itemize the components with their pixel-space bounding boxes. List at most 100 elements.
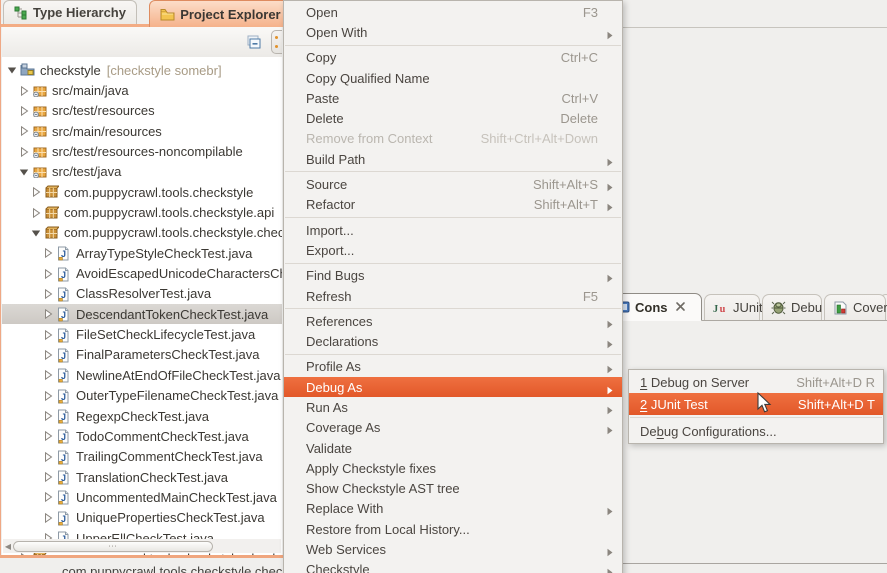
menu-item-open-with[interactable]: Open With: [284, 22, 622, 42]
menu-shortcut: Shift+Alt+T: [534, 197, 598, 212]
scroll-left-arrow-icon[interactable]: ◀: [3, 542, 13, 551]
menu-item-coverage-as[interactable]: Coverage As: [284, 418, 622, 438]
menu-item-restore-from-local-history[interactable]: Restore from Local History...: [284, 519, 622, 539]
menu-item-refresh[interactable]: RefreshF5: [284, 286, 622, 306]
menu-item-export[interactable]: Export...: [284, 240, 622, 260]
menu-item-source[interactable]: SourceShift+Alt+S: [284, 174, 622, 194]
menu-item-delete[interactable]: DeleteDelete: [284, 108, 622, 128]
tree-item-filesetchecklifecycletest-java[interactable]: JFileSetCheckLifecycleTest.java: [2, 324, 282, 344]
twisty-collapsed-icon[interactable]: [42, 268, 54, 280]
twisty-collapsed-icon[interactable]: [42, 451, 54, 463]
tree-item-todocommentchecktest-java[interactable]: JTodoCommentCheckTest.java: [2, 426, 282, 446]
menu-item-open[interactable]: OpenF3: [284, 2, 622, 22]
tree-item-uniquepropertieschecktest-java[interactable]: JUniquePropertiesCheckTest.java: [2, 508, 282, 528]
tree-item-outertypefilenamechecktest-java[interactable]: JOuterTypeFilenameCheckTest.java: [2, 386, 282, 406]
menu-item-replace-with[interactable]: Replace With: [284, 499, 622, 519]
close-icon[interactable]: [675, 301, 687, 313]
twisty-expanded-icon[interactable]: [18, 166, 30, 178]
tree-item-com-puppycrawl-tools-checkstyle-api[interactable]: com.puppycrawl.tools.checkstyle.api: [2, 202, 282, 222]
menu-item-references[interactable]: References: [284, 311, 622, 331]
twisty-collapsed-icon[interactable]: [30, 186, 42, 198]
menu-shortcut: Shift+Alt+S: [533, 177, 598, 192]
twisty-collapsed-icon[interactable]: [42, 491, 54, 503]
twisty-collapsed-icon[interactable]: [42, 247, 54, 259]
collapse-all-button[interactable]: [244, 32, 264, 52]
menu-item-label: Refresh: [306, 289, 583, 304]
twisty-expanded-icon[interactable]: [30, 227, 42, 239]
menu-item-checkstyle[interactable]: Checkstyle: [284, 560, 622, 573]
menu-item-declarations[interactable]: Declarations: [284, 331, 622, 351]
menu-item-refactor[interactable]: RefactorShift+Alt+T: [284, 195, 622, 215]
menu-item-web-services[interactable]: Web Services: [284, 539, 622, 559]
tab-type-hierarchy[interactable]: Type Hierarchy: [3, 0, 137, 24]
tree-item-src-test-java[interactable]: src/test/java: [2, 162, 282, 182]
tree-item-finalparameterschecktest-java[interactable]: JFinalParametersCheckTest.java: [2, 345, 282, 365]
menu-item-run-as[interactable]: Run As: [284, 397, 622, 417]
tree-item-trailingcommentchecktest-java[interactable]: JTrailingCommentCheckTest.java: [2, 447, 282, 467]
twisty-collapsed-icon[interactable]: [42, 390, 54, 402]
menu-item-copy-qualified-name[interactable]: Copy Qualified Name: [284, 68, 622, 88]
tree-item-src-main-java[interactable]: src/main/java: [2, 80, 282, 100]
twisty-collapsed-icon[interactable]: [18, 105, 30, 117]
java-file-icon: J: [56, 511, 71, 525]
twisty-collapsed-icon[interactable]: [42, 410, 54, 422]
twisty-collapsed-icon[interactable]: [18, 125, 30, 137]
twisty-collapsed-icon[interactable]: [42, 288, 54, 300]
menu-item-label: Validate: [306, 441, 606, 456]
menu-item-show-checkstyle-ast-tree[interactable]: Show Checkstyle AST tree: [284, 479, 622, 499]
twisty-collapsed-icon[interactable]: [42, 308, 54, 320]
view-menu-button-partial[interactable]: [271, 30, 282, 54]
tree-item-descendanttokenchecktest-java[interactable]: JDescendantTokenCheckTest.java: [2, 304, 282, 324]
java-file-icon: J: [56, 328, 71, 342]
debug-as-submenu: 1 Debug on ServerShift+Alt+D R2 JUnit Te…: [628, 369, 884, 444]
menu-item-debug-as[interactable]: Debug As: [284, 377, 622, 397]
tree-item-src-test-resources[interactable]: src/test/resources: [2, 101, 282, 121]
twisty-collapsed-icon[interactable]: [30, 207, 42, 219]
tree-item-label: DescendantTokenCheckTest.java: [76, 307, 268, 322]
tree-item-uncommentedmainchecktest-java[interactable]: JUncommentedMainCheckTest.java: [2, 487, 282, 507]
tree-item-arraytypestylechecktest-java[interactable]: JArrayTypeStyleCheckTest.java: [2, 243, 282, 263]
scrollbar-thumb[interactable]: ⋯: [13, 541, 213, 552]
twisty-collapsed-icon[interactable]: [42, 369, 54, 381]
twisty-collapsed-icon[interactable]: [42, 430, 54, 442]
menu-item-label: Build Path: [306, 152, 606, 167]
tree-item-avoidescapedunicodecharacterschecktest-java[interactable]: JAvoidEscapedUnicodeCharactersCheckTest.…: [2, 263, 282, 283]
tab-junit[interactable]: JuJUnit: [704, 294, 760, 320]
submenu-item-debug-configurations[interactable]: Debug Configurations...: [629, 420, 883, 442]
tree-item-com-puppycrawl-tools-checkstyle-checks[interactable]: com.puppycrawl.tools.checkstyle.checks: [2, 223, 282, 243]
tree-item-checkstyle[interactable]: checkstyle[checkstyle somebr]: [2, 60, 282, 80]
twisty-collapsed-icon[interactable]: [18, 146, 30, 158]
tab-debu[interactable]: Debu: [762, 294, 822, 320]
menu-shortcut: Shift+Ctrl+Alt+Down: [481, 131, 598, 146]
twisty-collapsed-icon[interactable]: [42, 329, 54, 341]
tree-item-classresolvertest-java[interactable]: JClassResolverTest.java: [2, 284, 282, 304]
menu-item-copy[interactable]: CopyCtrl+C: [284, 48, 622, 68]
twisty-collapsed-icon[interactable]: [42, 512, 54, 524]
tree-item-src-test-resources-noncompilable[interactable]: src/test/resources-noncompilable: [2, 141, 282, 161]
twisty-expanded-icon[interactable]: [6, 64, 18, 76]
twisty-collapsed-icon[interactable]: [18, 85, 30, 97]
tree-item-label: src/main/java: [52, 83, 129, 98]
tree-item-translationchecktest-java[interactable]: JTranslationCheckTest.java: [2, 467, 282, 487]
tree-item-regexpchecktest-java[interactable]: JRegexpCheckTest.java: [2, 406, 282, 426]
menu-item-profile-as[interactable]: Profile As: [284, 357, 622, 377]
tree-item-src-main-resources[interactable]: src/main/resources: [2, 121, 282, 141]
twisty-collapsed-icon[interactable]: [42, 471, 54, 483]
menu-item-label: Profile As: [306, 359, 606, 374]
tab-cover[interactable]: Cover: [824, 294, 886, 320]
menu-item-paste[interactable]: PasteCtrl+V: [284, 88, 622, 108]
menu-item-build-path[interactable]: Build Path: [284, 149, 622, 169]
menu-item-validate[interactable]: Validate: [284, 438, 622, 458]
explorer-toolbar: [2, 27, 282, 57]
twisty-collapsed-icon[interactable]: [42, 349, 54, 361]
tree-item-com-puppycrawl-tools-checkstyle[interactable]: com.puppycrawl.tools.checkstyle: [2, 182, 282, 202]
horizontal-scrollbar[interactable]: ◀ ⋯: [3, 539, 281, 553]
menu-item-import[interactable]: Import...: [284, 220, 622, 240]
submenu-item-1-debug-on-server[interactable]: 1 Debug on ServerShift+Alt+D R: [629, 371, 883, 393]
tree-item-newlineatendoffilechecktest-java[interactable]: JNewlineAtEndOfFileCheckTest.java: [2, 365, 282, 385]
submenu-arrow-icon: [606, 545, 616, 554]
menu-item-find-bugs[interactable]: Find Bugs: [284, 266, 622, 286]
menu-item-label: Show Checkstyle AST tree: [306, 481, 606, 496]
menu-item-apply-checkstyle-fixes[interactable]: Apply Checkstyle fixes: [284, 458, 622, 478]
submenu-item-2-junit-test[interactable]: 2 JUnit TestShift+Alt+D T: [629, 393, 883, 415]
